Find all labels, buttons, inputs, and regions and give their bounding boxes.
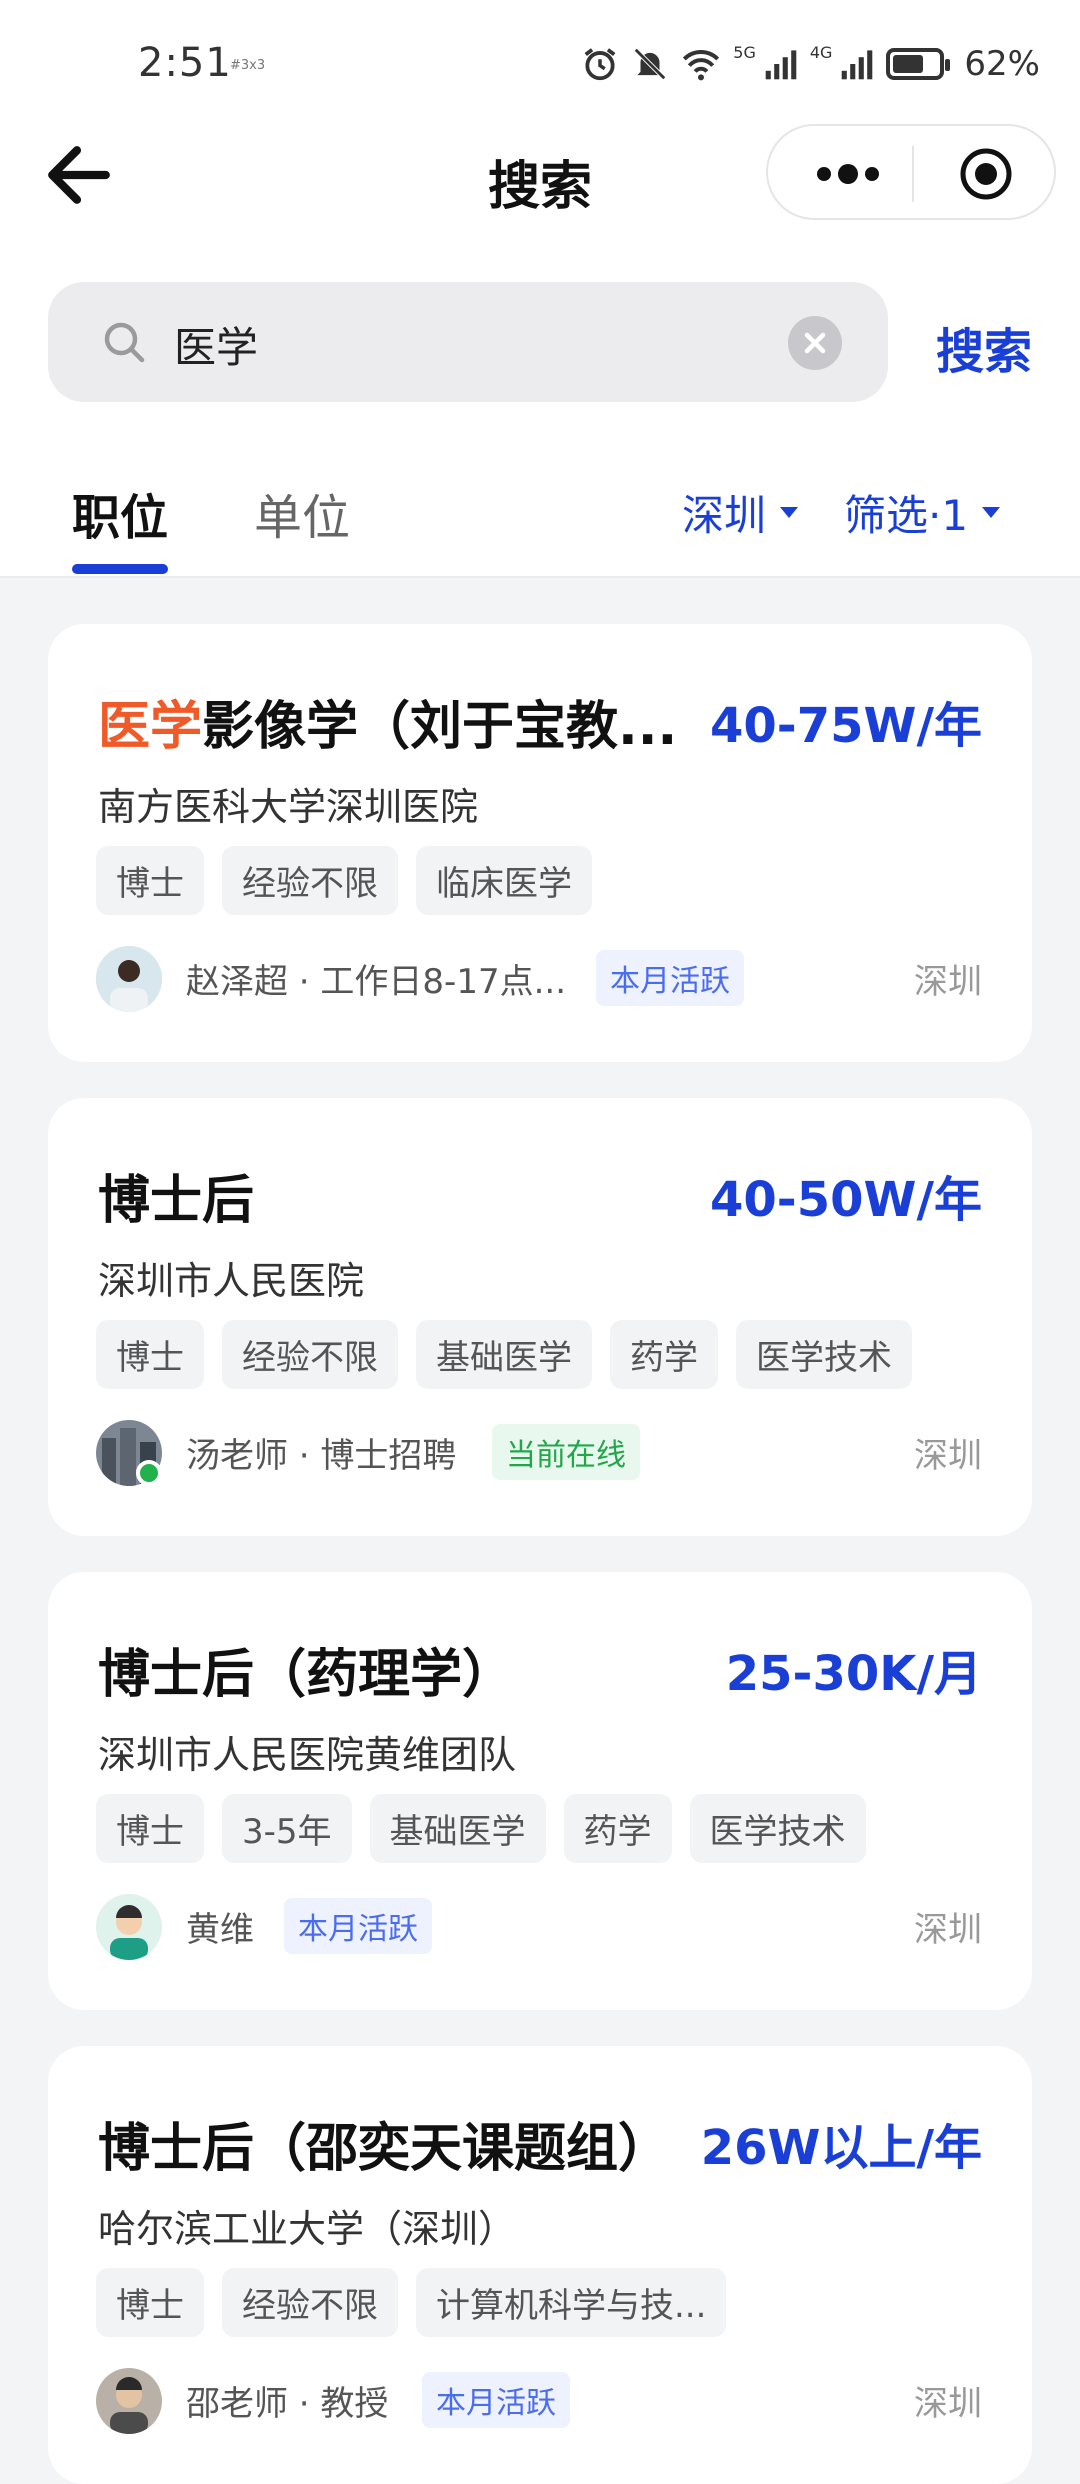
active-tab-indicator [72,564,168,574]
job-location: 深圳 [914,1910,982,1950]
job-tag: 临床医学 [416,846,592,915]
job-location: 深圳 [914,1436,982,1476]
person-avatar-icon [96,2368,162,2434]
search-icon [104,322,145,363]
job-salary: 40-75W/年 [710,698,982,754]
job-location: 深圳 [914,962,982,1002]
caret-down-icon [780,507,799,518]
mute-icon [634,48,667,80]
job-tag: 医学技术 [689,1794,866,1863]
job-title-rest: 博士后 [98,1171,255,1231]
job-organization: 深圳市人民医院黄维团队 [98,1733,517,1777]
filter-label: 筛选·1 [844,491,969,540]
job-tag: 计算机科学与技... [416,2268,727,2337]
job-card[interactable]: 博士后（邵奕天课题组） 26W以上/年 哈尔滨工业大学（深圳） 博士 经验不限 … [48,2046,1032,2484]
job-tag: 经验不限 [222,1320,398,1389]
battery-icon [886,48,951,80]
status-badge: 本月活跃 [596,950,744,1006]
job-salary: 25-30K/月 [725,1646,982,1702]
job-title-rest: 博士后（邵奕天课题组） [98,2119,671,2179]
city-filter-label: 深圳 [682,491,767,540]
recruiter-info: 赵泽超 · 工作日8-17点... [186,962,567,1002]
job-title-rest: 影像学（刘于宝教... [202,697,678,757]
filter-dropdown[interactable]: 筛选·1 [844,482,1001,543]
net-4g-label: 4G [809,42,833,62]
job-title: 博士后（邵奕天课题组） [98,2106,670,2181]
recruiter-info: 汤老师 · 博士招聘 [186,1436,457,1476]
caret-down-icon [982,507,1001,518]
job-title-highlight: 医学 [98,697,203,757]
job-tag: 药学 [563,1794,672,1863]
job-card[interactable]: 医学影像学（刘于宝教... 40-75W/年 南方医科大学深圳医院 博士 经验不… [48,624,1032,1062]
online-indicator [136,1460,162,1486]
job-tag: 基础医学 [369,1794,546,1863]
status-badge: 本月活跃 [284,1898,432,1954]
job-tag: 博士 [96,2268,204,2337]
job-salary: 40-50W/年 [710,1172,982,1228]
close-icon [804,332,826,354]
search-button[interactable]: 搜索 [936,312,1032,382]
job-tag: 博士 [96,846,204,915]
job-tag: 3-5年 [222,1794,352,1863]
status-carrier-note: #3x3 [230,58,266,73]
job-tag: 经验不限 [222,846,398,915]
job-tag: 医学技术 [736,1320,912,1389]
job-tags: 博士 3-5年 基础医学 药学 医学技术 [96,1794,866,1863]
status-time: 2:51 [138,40,232,86]
nav-bar: 搜索 [0,120,1080,230]
job-tag: 博士 [96,1320,204,1389]
job-tag: 基础医学 [416,1320,592,1389]
job-tag: 博士 [96,1794,204,1863]
clear-input-button[interactable] [788,316,842,370]
job-salary: 26W以上/年 [700,2120,982,2176]
close-target-icon[interactable] [958,146,1014,202]
job-organization: 深圳市人民医院 [98,1259,365,1303]
avatar [96,946,162,1012]
header-area: 2:51 #3x3 5G 4G 62% 搜索 医学 搜索 职位 单位 深圳 筛选… [0,0,1080,578]
city-filter-dropdown[interactable]: 深圳 [682,482,799,543]
cartoon-avatar-icon [96,1894,162,1960]
more-options-icon[interactable] [808,156,888,192]
job-tags: 博士 经验不限 计算机科学与技... [96,2268,727,2337]
avatar [96,2368,162,2434]
job-title: 博士后（药理学） [98,1632,514,1707]
job-tag: 经验不限 [222,2268,398,2337]
person-avatar-icon [96,946,162,1012]
recruiter-info: 邵老师 · 教授 [186,2384,389,2424]
job-card[interactable]: 博士后 40-50W/年 深圳市人民医院 博士 经验不限 基础医学 药学 医学技… [48,1098,1032,1536]
job-title: 博士后 [98,1158,254,1233]
job-tags: 博士 经验不限 基础医学 药学 医学技术 [96,1320,912,1389]
job-tags: 博士 经验不限 临床医学 [96,846,592,915]
search-input-value[interactable]: 医学 [174,314,258,375]
avatar [96,1894,162,1960]
job-organization: 哈尔滨工业大学（深圳） [98,2207,517,2251]
job-organization: 南方医科大学深圳医院 [98,785,479,829]
tab-positions[interactable]: 职位 [72,478,168,548]
net-5g-label: 5G [733,42,756,62]
search-input[interactable]: 医学 [48,282,888,402]
alarm-icon [584,48,616,81]
tab-employers[interactable]: 单位 [254,478,350,548]
mini-program-capsule [766,124,1056,220]
status-icons: 5G 4G 62% [581,40,1040,88]
status-bar: 2:51 #3x3 5G 4G 62% [0,0,1080,130]
recruiter-info: 黄维 [186,1910,254,1950]
wifi-icon [683,50,720,81]
job-card[interactable]: 博士后（药理学） 25-30K/月 深圳市人民医院黄维团队 博士 3-5年 基础… [48,1572,1032,2010]
capsule-divider [912,146,914,202]
job-title: 医学影像学（刘于宝教... [98,684,677,759]
job-location: 深圳 [914,2384,982,2424]
status-badge: 当前在线 [492,1424,640,1480]
status-badge: 本月活跃 [422,2372,570,2428]
job-tag: 药学 [610,1320,718,1389]
job-title-rest: 博士后（药理学） [98,1645,515,1705]
battery-percent: 62% [964,44,1040,84]
signal-icon [842,50,873,80]
signal-icon [765,50,797,80]
